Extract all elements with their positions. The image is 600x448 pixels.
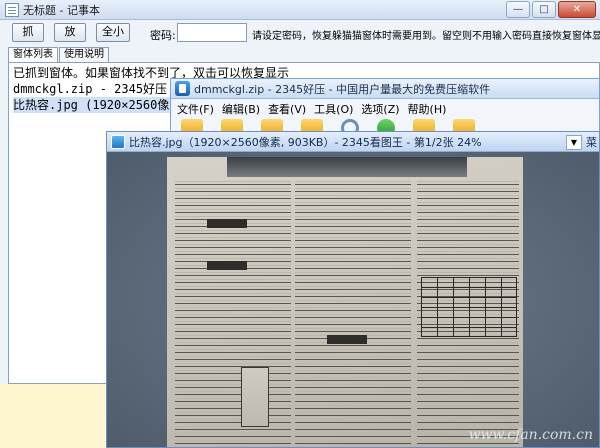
maximize-button[interactable]: □ bbox=[532, 1, 556, 18]
photo-figure bbox=[241, 367, 269, 427]
title-bar[interactable]: 无标题 - 记事本 — □ ✕ bbox=[0, 0, 600, 20]
photo-heading bbox=[207, 261, 247, 270]
minimize-button[interactable]: — bbox=[506, 1, 530, 18]
photo-heading bbox=[327, 335, 367, 344]
image-canvas[interactable]: www.cfan.com.cn bbox=[107, 152, 599, 447]
toolbar: 抓 放 全小 密码: 请设定密码，恢复躲猫猫窗体时需要用到。留空则不用输入密码直… bbox=[0, 20, 600, 46]
viewer-window-title: 比热容.jpg（1920×2560像素, 903KB）- 2345看图王 - 第… bbox=[129, 135, 482, 149]
password-hint: 请设定密码，恢复躲猫猫窗体时需要用到。留空则不用输入密码直接恢复窗体显示。 bbox=[252, 31, 600, 42]
photo-heading bbox=[207, 219, 247, 228]
menu-tools[interactable]: 工具(O) bbox=[314, 101, 353, 117]
close-button[interactable]: ✕ bbox=[558, 1, 596, 18]
watermark: www.cfan.com.cn bbox=[468, 427, 593, 443]
viewer-title-bar[interactable]: 比热容.jpg（1920×2560像素, 903KB）- 2345看图王 - 第… bbox=[107, 132, 599, 152]
menu-edit[interactable]: 编辑(B) bbox=[222, 101, 260, 117]
menu-help[interactable]: 帮助(H) bbox=[408, 101, 447, 117]
menu-file[interactable]: 文件(F) bbox=[177, 101, 214, 117]
zip-window-title: dmmckgl.zip - 2345好压 - 中国用户量最大的免费压缩软件 bbox=[194, 82, 491, 96]
viewer-menu-button[interactable]: 菜 bbox=[586, 134, 599, 150]
document-photo bbox=[167, 157, 523, 447]
release-button[interactable]: 放 bbox=[54, 23, 86, 42]
tab-bar: 窗体列表 使用说明 bbox=[8, 47, 110, 63]
window-title: 无标题 - 记事本 bbox=[23, 3, 100, 17]
menu-options[interactable]: 选项(Z) bbox=[361, 101, 399, 117]
viewer-controls: ▼ 菜 bbox=[566, 134, 599, 150]
grab-button[interactable]: 抓 bbox=[12, 23, 44, 42]
photo-header-band bbox=[227, 157, 467, 177]
viewer-app-icon bbox=[111, 134, 125, 149]
menu-view[interactable]: 查看(V) bbox=[268, 101, 306, 117]
photo-table bbox=[421, 277, 517, 337]
zip-menu-bar: 文件(F) 编辑(B) 查看(V) 工具(O) 选项(Z) 帮助(H) bbox=[171, 99, 599, 119]
all-small-button[interactable]: 全小 bbox=[96, 23, 130, 42]
password-label: 密码: bbox=[150, 29, 176, 42]
zip-title-bar[interactable]: dmmckgl.zip - 2345好压 - 中国用户量最大的免费压缩软件 bbox=[171, 79, 599, 99]
tab-window-list[interactable]: 窗体列表 bbox=[8, 47, 58, 63]
dropdown-arrow-icon[interactable]: ▼ bbox=[566, 134, 582, 150]
window-controls: — □ ✕ bbox=[506, 1, 596, 18]
list-item[interactable]: 比热容.jpg (1920×2560像素 bbox=[13, 97, 182, 113]
password-input[interactable] bbox=[177, 23, 247, 42]
photo-text-column bbox=[295, 181, 411, 447]
notepad-icon bbox=[5, 2, 19, 17]
image-viewer-window[interactable]: 比热容.jpg（1920×2560像素, 903KB）- 2345看图王 - 第… bbox=[106, 131, 600, 448]
tab-usage-help[interactable]: 使用说明 bbox=[59, 47, 109, 63]
zip-app-icon bbox=[175, 81, 190, 96]
